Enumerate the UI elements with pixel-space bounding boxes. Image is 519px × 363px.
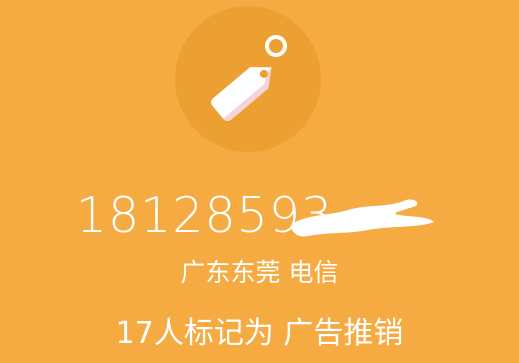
tag-icon-badge — [175, 6, 321, 152]
caller-id-card: 18128593 广东东莞 电信 17人标记为 广告推销 — [0, 0, 519, 363]
phone-number-row: 18128593 — [0, 186, 519, 246]
phone-location-carrier: 广东东莞 电信 — [180, 258, 339, 287]
price-tag-icon — [211, 35, 287, 122]
redaction-scribble — [292, 199, 434, 237]
mark-count-label: 17人标记为 广告推销 — [115, 316, 404, 351]
